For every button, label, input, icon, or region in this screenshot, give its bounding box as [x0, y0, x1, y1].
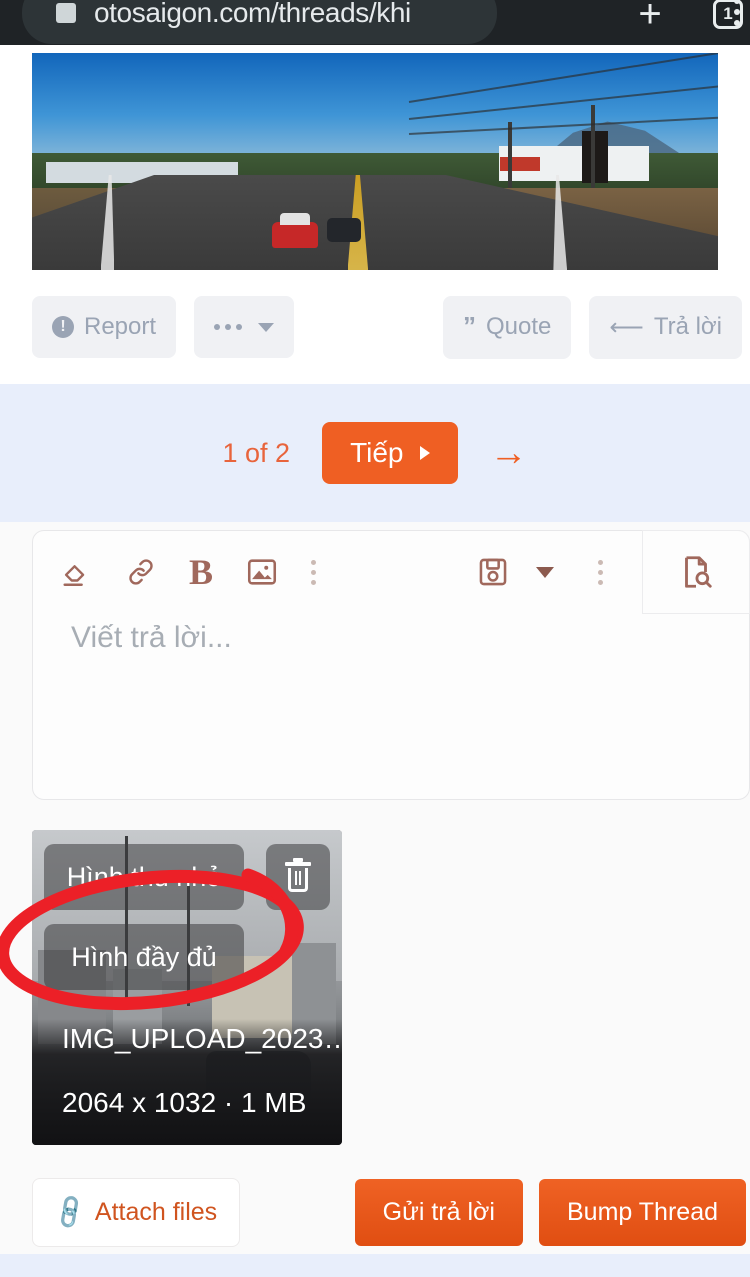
photo-pole-2 — [508, 122, 513, 192]
page-info-icon[interactable] — [56, 3, 76, 23]
submit-reply-button[interactable]: Gửi trả lời — [354, 1178, 523, 1246]
post-image-container — [0, 45, 750, 270]
quote-label: Quote — [486, 313, 552, 340]
quote-button[interactable]: ” Quote — [443, 295, 572, 359]
photo-sign-dark — [582, 131, 609, 184]
quote-icon: ” — [463, 311, 477, 342]
plus-icon: + — [638, 0, 662, 36]
browser-menu-button[interactable] — [712, 0, 750, 40]
editor-toolbar: B — [33, 530, 750, 614]
page-indicator: 1 of 2 — [222, 437, 291, 468]
browser-toolbar: otosaigon.com/threads/khi + 1 — [0, 0, 750, 45]
jump-to-last-arrow-icon[interactable]: → — [490, 434, 528, 472]
reply-button[interactable]: ⟵ Trả lời — [589, 295, 742, 359]
ellipsis-icon — [214, 324, 243, 330]
address-bar[interactable]: otosaigon.com/threads/khi — [22, 0, 497, 44]
new-tab-button[interactable]: + — [622, 0, 678, 42]
reply-label: Trả lời — [653, 313, 722, 340]
attachment-thumbnail-button[interactable]: Hình thu nhỏ — [44, 844, 244, 910]
photo-suv — [326, 217, 361, 242]
reply-editor[interactable]: B Viết trả lời... — [32, 530, 750, 800]
paperclip-icon: 🔗 — [49, 1192, 90, 1232]
url-text: otosaigon.com/threads/khi — [94, 0, 411, 28]
highway-photo[interactable] — [32, 53, 718, 270]
pagination-bar: 1 of 2 Tiếp → — [0, 384, 750, 522]
preview-button[interactable] — [642, 530, 750, 614]
link-icon[interactable] — [125, 556, 157, 588]
trash-icon — [285, 858, 311, 892]
attachment-meta: IMG_UPLOAD_2023… 2064 x 1032 · 1 MB — [32, 1023, 342, 1145]
overflow-menu-icon — [734, 0, 740, 26]
post-action-bar: ! Report ” Quote ⟵ Trả lời — [0, 270, 750, 384]
next-page-label: Tiếp — [350, 437, 404, 468]
footer-strip — [0, 1254, 750, 1277]
preview-icon — [677, 553, 715, 591]
more-tools-icon[interactable] — [311, 559, 317, 585]
next-page-button[interactable]: Tiếp — [322, 422, 458, 484]
remove-format-icon[interactable] — [59, 555, 93, 589]
attachment-dimensions: 2064 x 1032 · 1 MB — [62, 1087, 307, 1118]
composer-footer: 🔗 Attach files Gửi trả lời Bump Thread — [0, 1170, 750, 1254]
attach-files-button[interactable]: 🔗 Attach files — [32, 1177, 241, 1247]
report-label: Report — [84, 313, 157, 340]
save-draft-icon[interactable] — [476, 555, 510, 589]
save-dropdown-chevron-icon[interactable] — [536, 566, 554, 578]
report-button[interactable]: ! Report — [32, 296, 177, 358]
photo-red-car — [272, 213, 319, 249]
bold-icon[interactable]: B — [189, 551, 213, 593]
more-options-icon[interactable] — [598, 559, 603, 585]
thumbnail-label: Hình thu nhỏ — [66, 861, 222, 892]
full-image-label: Hình đầy đủ — [71, 941, 217, 972]
attachment-delete-button[interactable] — [266, 844, 330, 910]
more-actions-button[interactable] — [194, 296, 295, 358]
submit-reply-label: Gửi trả lời — [382, 1197, 495, 1226]
attachment-card[interactable]: Hình thu nhỏ Hình đầy đủ IMG_UPLOAD_2023… — [32, 830, 342, 1145]
report-icon: ! — [52, 316, 74, 338]
chevron-down-icon — [258, 322, 275, 332]
bump-thread-label: Bump Thread — [566, 1197, 718, 1226]
reply-arrow-icon: ⟵ — [609, 313, 644, 341]
chevron-right-icon — [419, 446, 430, 460]
reply-editor-zone: B Viết trả lời... Hình thu nhỏ Hình đầy … — [0, 522, 750, 1170]
app-screen: otosaigon.com/threads/khi + 1 ! Report ”… — [0, 0, 750, 1277]
photo-pole-1 — [590, 105, 595, 197]
attach-files-label: Attach files — [94, 1197, 218, 1226]
image-icon[interactable] — [245, 555, 279, 589]
attachment-full-image-button[interactable]: Hình đầy đủ — [44, 924, 244, 990]
bump-thread-button[interactable]: Bump Thread — [538, 1178, 746, 1246]
attachment-filename: IMG_UPLOAD_2023… — [62, 1023, 342, 1054]
reply-input-placeholder[interactable]: Viết trả lời... — [33, 621, 749, 655]
photo-sign-red — [499, 157, 540, 172]
